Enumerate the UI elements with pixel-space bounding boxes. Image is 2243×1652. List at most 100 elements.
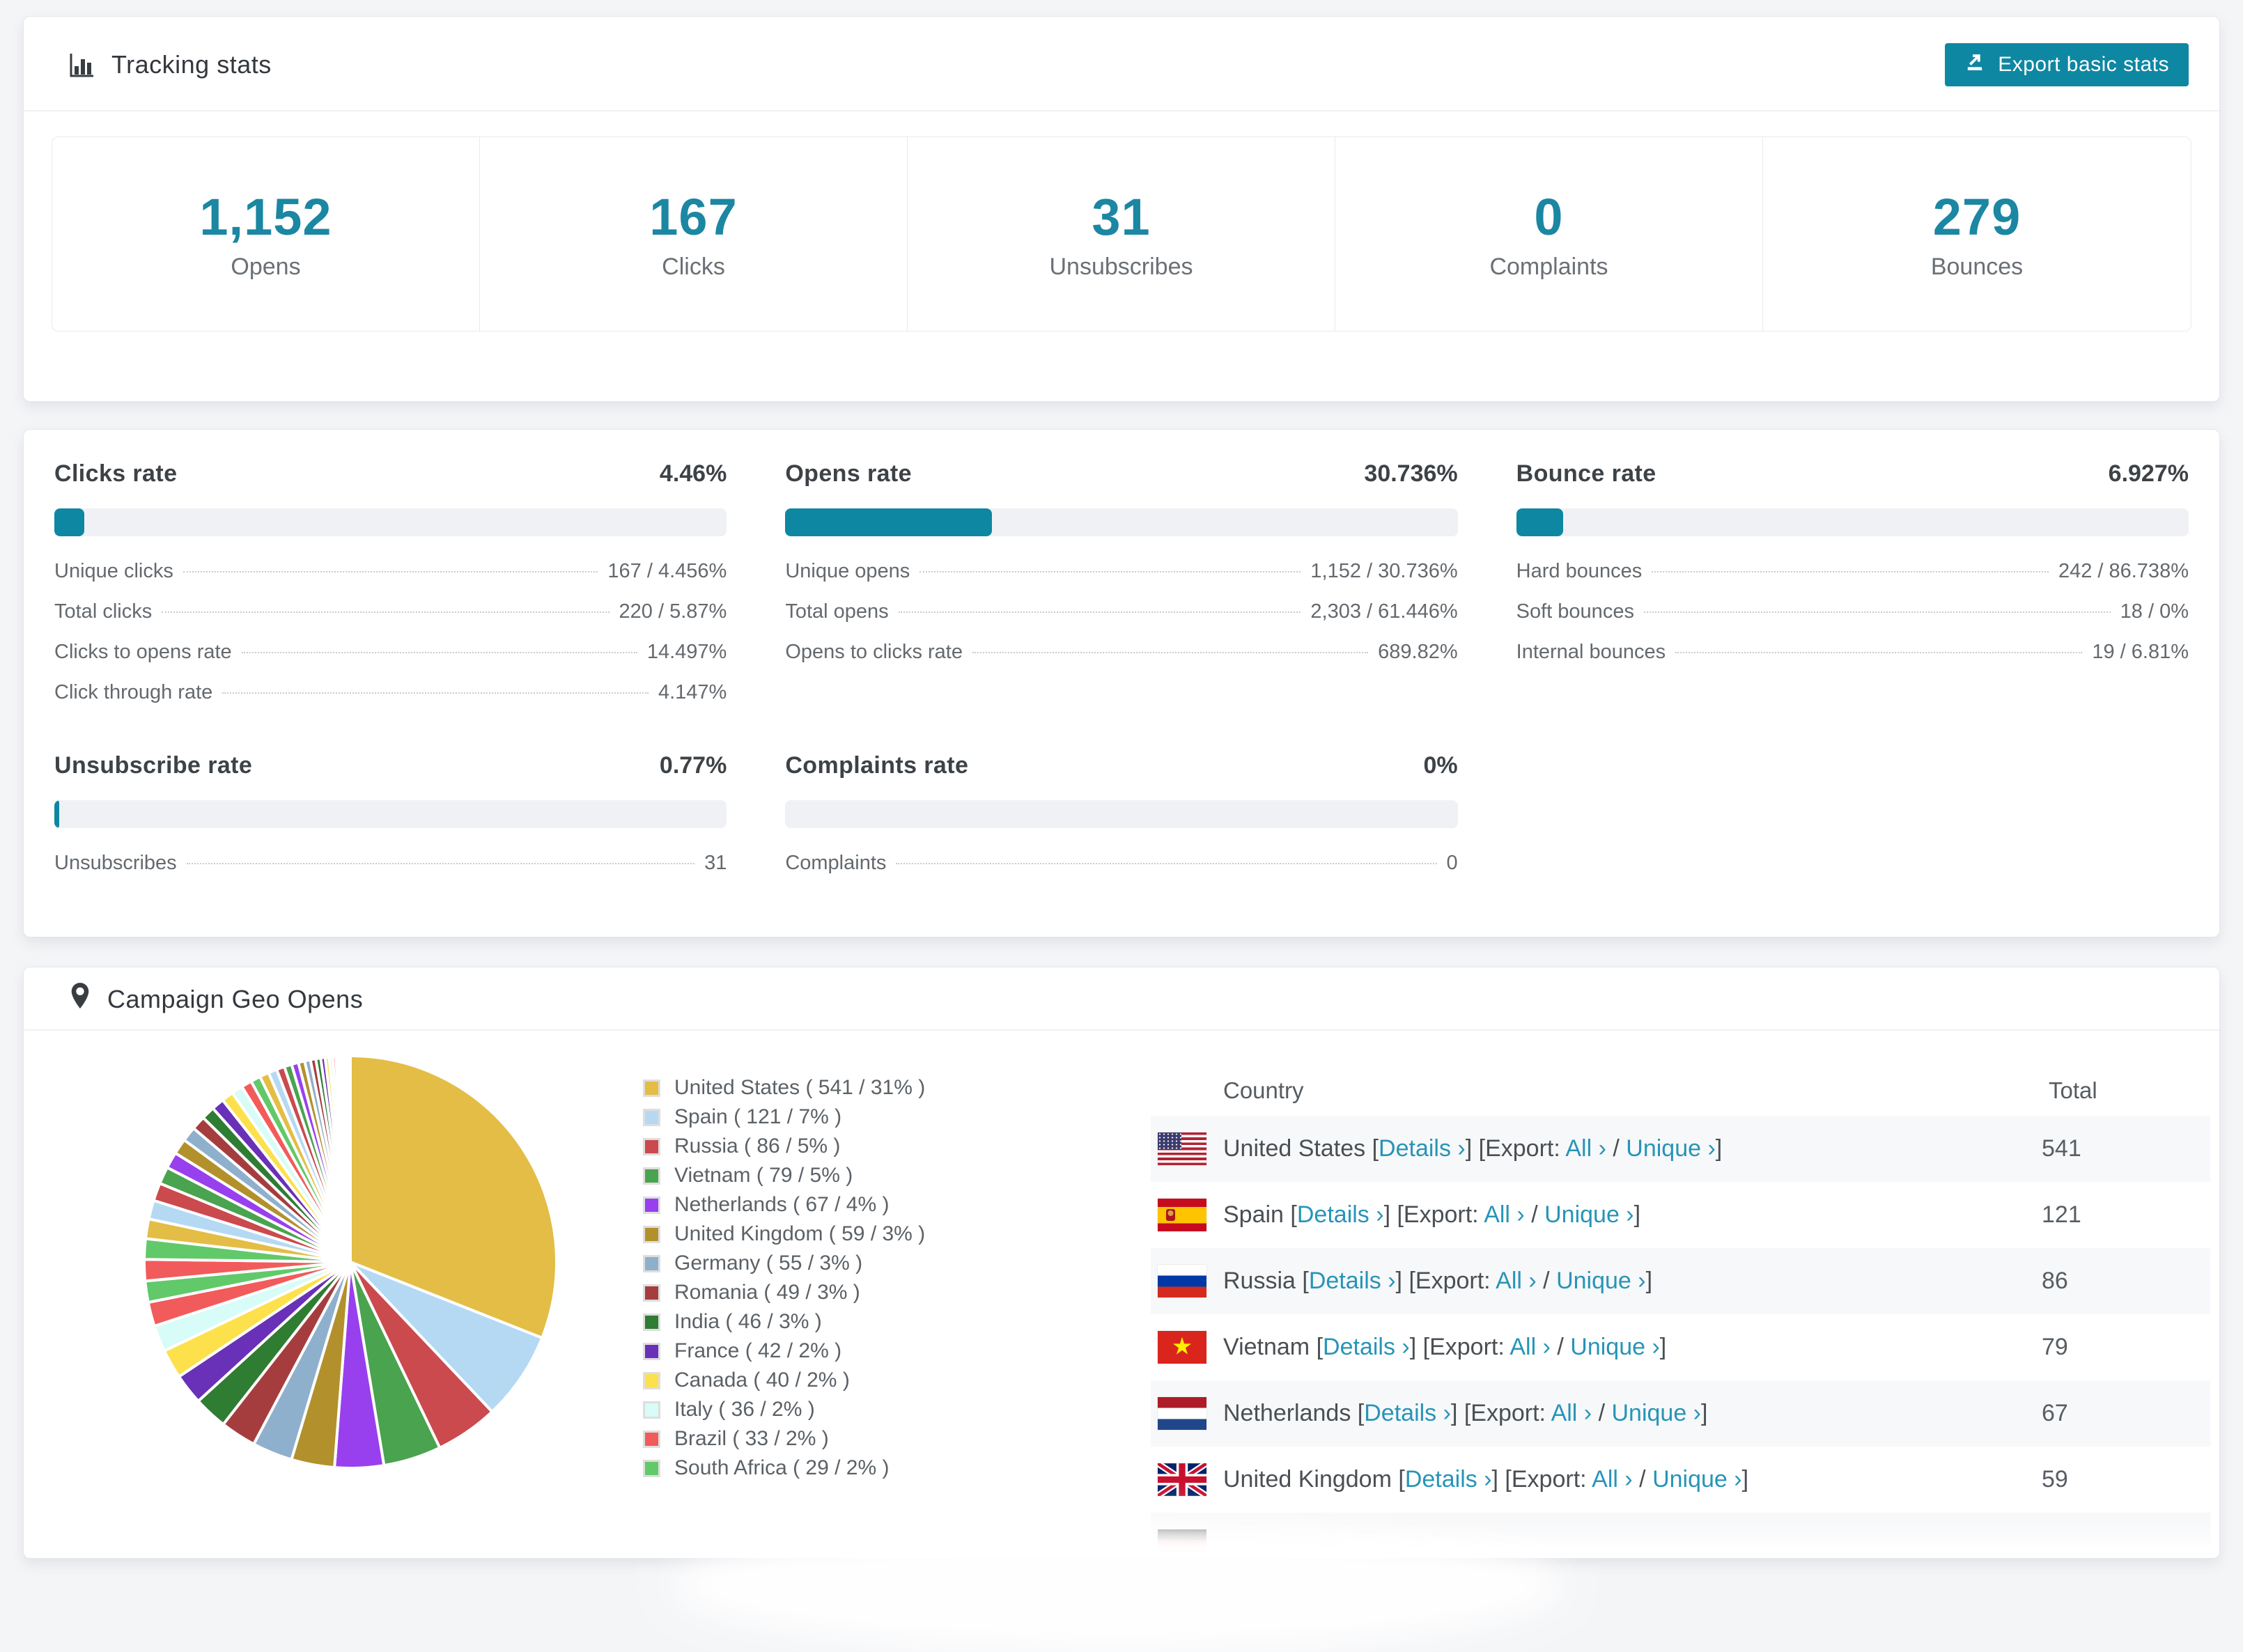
rates-grid: Clicks rate4.46%Unique clicks167 / 4.456… <box>24 430 2219 937</box>
rate-row-label: Internal bounces <box>1516 641 1666 664</box>
legend-color-swatch <box>643 1372 660 1389</box>
bar-chart-icon <box>68 51 96 79</box>
dotted-leader <box>972 652 1368 653</box>
dotted-leader <box>183 571 598 572</box>
separator: / <box>1592 1400 1611 1426</box>
map-pin-icon <box>68 981 92 1017</box>
legend-label: Romania ( 49 / 3% ) <box>674 1281 860 1304</box>
table-row-vn: Vietnam [Details ›] [Export: All › / Uni… <box>1151 1314 2210 1380</box>
export-basic-stats-button[interactable]: Export basic stats <box>1945 43 2189 86</box>
column-header-country: Country <box>1151 1077 2049 1104</box>
rate-row-label: Opens to clicks rate <box>785 641 963 664</box>
tracking-stats-header: Tracking stats Export basic stats <box>24 17 2219 111</box>
legend-item: United States ( 541 / 31% ) <box>643 1073 925 1102</box>
export-all-link[interactable]: All › <box>1551 1400 1592 1426</box>
legend-color-swatch <box>643 1255 660 1272</box>
rate-row-value: 18 / 0% <box>2120 600 2189 623</box>
progress-bar-fill <box>1516 508 1563 536</box>
rate-title: Clicks rate <box>54 460 177 488</box>
export-prefix: Export: <box>1485 1135 1565 1162</box>
legend-label: Brazil ( 33 / 2% ) <box>674 1427 829 1451</box>
stat-label: Unsubscribes <box>1050 254 1193 281</box>
export-all-link[interactable]: All › <box>1484 1201 1525 1228</box>
country-name: Netherlands <box>1223 1400 1351 1426</box>
legend-color-swatch <box>643 1314 660 1331</box>
legend-label: France ( 42 / 2% ) <box>674 1339 841 1363</box>
stat-summary-grid: 1,152Opens167Clicks31Unsubscribes0Compla… <box>52 137 2191 332</box>
country-name: Spain <box>1223 1201 1284 1228</box>
total-cell: 541 <box>2042 1135 2210 1162</box>
export-unique-link[interactable]: Unique › <box>1544 1201 1634 1228</box>
rate-row: Unique clicks167 / 4.456% <box>54 560 727 600</box>
legend-item: Vietnam ( 79 / 5% ) <box>643 1161 925 1190</box>
legend-color-swatch <box>643 1431 660 1448</box>
rate-row-value: 2,303 / 61.446% <box>1310 600 1457 623</box>
total-cell: 79 <box>2042 1334 2210 1361</box>
total-cell: 121 <box>2042 1201 2210 1229</box>
export-prefix: Export: <box>1470 1400 1551 1426</box>
progress-bar <box>54 508 727 536</box>
dotted-leader <box>222 692 649 694</box>
bracket: [ <box>1310 1334 1323 1360</box>
stat-box-opens: 1,152Opens <box>52 137 480 331</box>
rate-title: Complaints rate <box>785 752 968 779</box>
bracket: ] [ <box>1410 1334 1429 1360</box>
tracking-stats-card: Tracking stats Export basic stats 1,152O… <box>23 16 2220 402</box>
legend-item: United Kingdom ( 59 / 3% ) <box>643 1219 925 1249</box>
export-unique-link[interactable]: Unique › <box>1652 1466 1742 1493</box>
rate-title: Opens rate <box>785 460 912 488</box>
progress-bar <box>54 800 727 828</box>
rate-row-value: 689.82% <box>1378 641 1458 664</box>
country-cell: Netherlands [Details ›] [Export: All › /… <box>1223 1400 2042 1427</box>
rate-row: Internal bounces 19 / 6.81% <box>1516 641 2189 681</box>
details-link[interactable]: Details › <box>1323 1334 1410 1360</box>
bracket: ] <box>1701 1400 1707 1426</box>
dotted-leader <box>899 611 1301 613</box>
export-all-link[interactable]: All › <box>1496 1268 1537 1294</box>
export-all-link[interactable]: All › <box>1565 1135 1606 1162</box>
details-link[interactable]: Details › <box>1405 1466 1492 1493</box>
export-prefix: Export: <box>1429 1334 1509 1360</box>
bracket: ] <box>1646 1268 1652 1294</box>
flag-spain-icon <box>1158 1199 1206 1231</box>
bracket: [ <box>1365 1135 1379 1162</box>
rate-value: 0% <box>1424 752 1458 779</box>
rate-row-value: 167 / 4.456% <box>607 560 727 583</box>
rate-row: Clicks to opens rate14.497% <box>54 641 727 681</box>
legend-item: Italy ( 36 / 2% ) <box>643 1395 925 1424</box>
export-unique-link[interactable]: Unique › <box>1570 1334 1660 1360</box>
country-name: United States <box>1223 1135 1365 1162</box>
export-unique-link[interactable]: Unique › <box>1556 1268 1646 1294</box>
export-unique-link[interactable]: Unique › <box>1611 1400 1701 1426</box>
rate-row-label: Hard bounces <box>1516 560 1643 583</box>
details-link[interactable]: Details › <box>1379 1135 1466 1162</box>
rate-row: Click through rate4.147% <box>54 681 727 722</box>
stat-box-bounces: 279Bounces <box>1763 137 2191 331</box>
dotted-leader <box>162 611 609 613</box>
rate-row: Soft bounces18 / 0% <box>1516 600 2189 641</box>
legend-color-swatch <box>643 1401 660 1419</box>
rate-block-unsubscribe-rate: Unsubscribe rate0.77%Unsubscribes31 <box>54 752 727 892</box>
legend-item: South Africa ( 29 / 2% ) <box>643 1454 925 1483</box>
bracket: [ <box>1296 1268 1309 1294</box>
export-all-link[interactable]: All › <box>1592 1466 1633 1493</box>
rate-row-value: 4.147% <box>658 681 727 704</box>
table-bottom-fade <box>24 1523 2219 1559</box>
separator: / <box>1633 1466 1652 1493</box>
bracket: ] [ <box>1384 1201 1404 1228</box>
rate-block-clicks-rate: Clicks rate4.46%Unique clicks167 / 4.456… <box>54 460 727 722</box>
table-row-us: United States [Details ›] [Export: All ›… <box>1151 1116 2210 1182</box>
stat-value: 167 <box>649 187 737 247</box>
details-link[interactable]: Details › <box>1297 1201 1384 1228</box>
export-unique-link[interactable]: Unique › <box>1626 1135 1716 1162</box>
flag-united-kingdom-icon <box>1158 1463 1206 1496</box>
legend-item: Russia ( 86 / 5% ) <box>643 1132 925 1161</box>
bracket: ] <box>1634 1201 1640 1228</box>
rate-row-value: 19 / 6.81% <box>2092 641 2189 664</box>
rate-row: Hard bounces242 / 86.738% <box>1516 560 2189 600</box>
details-link[interactable]: Details › <box>1309 1268 1396 1294</box>
details-link[interactable]: Details › <box>1364 1400 1451 1426</box>
rate-block-bounce-rate: Bounce rate6.927%Hard bounces242 / 86.73… <box>1516 460 2189 722</box>
geo-opens-legend: United States ( 541 / 31% )Spain ( 121 /… <box>643 1073 925 1483</box>
export-all-link[interactable]: All › <box>1509 1334 1551 1360</box>
